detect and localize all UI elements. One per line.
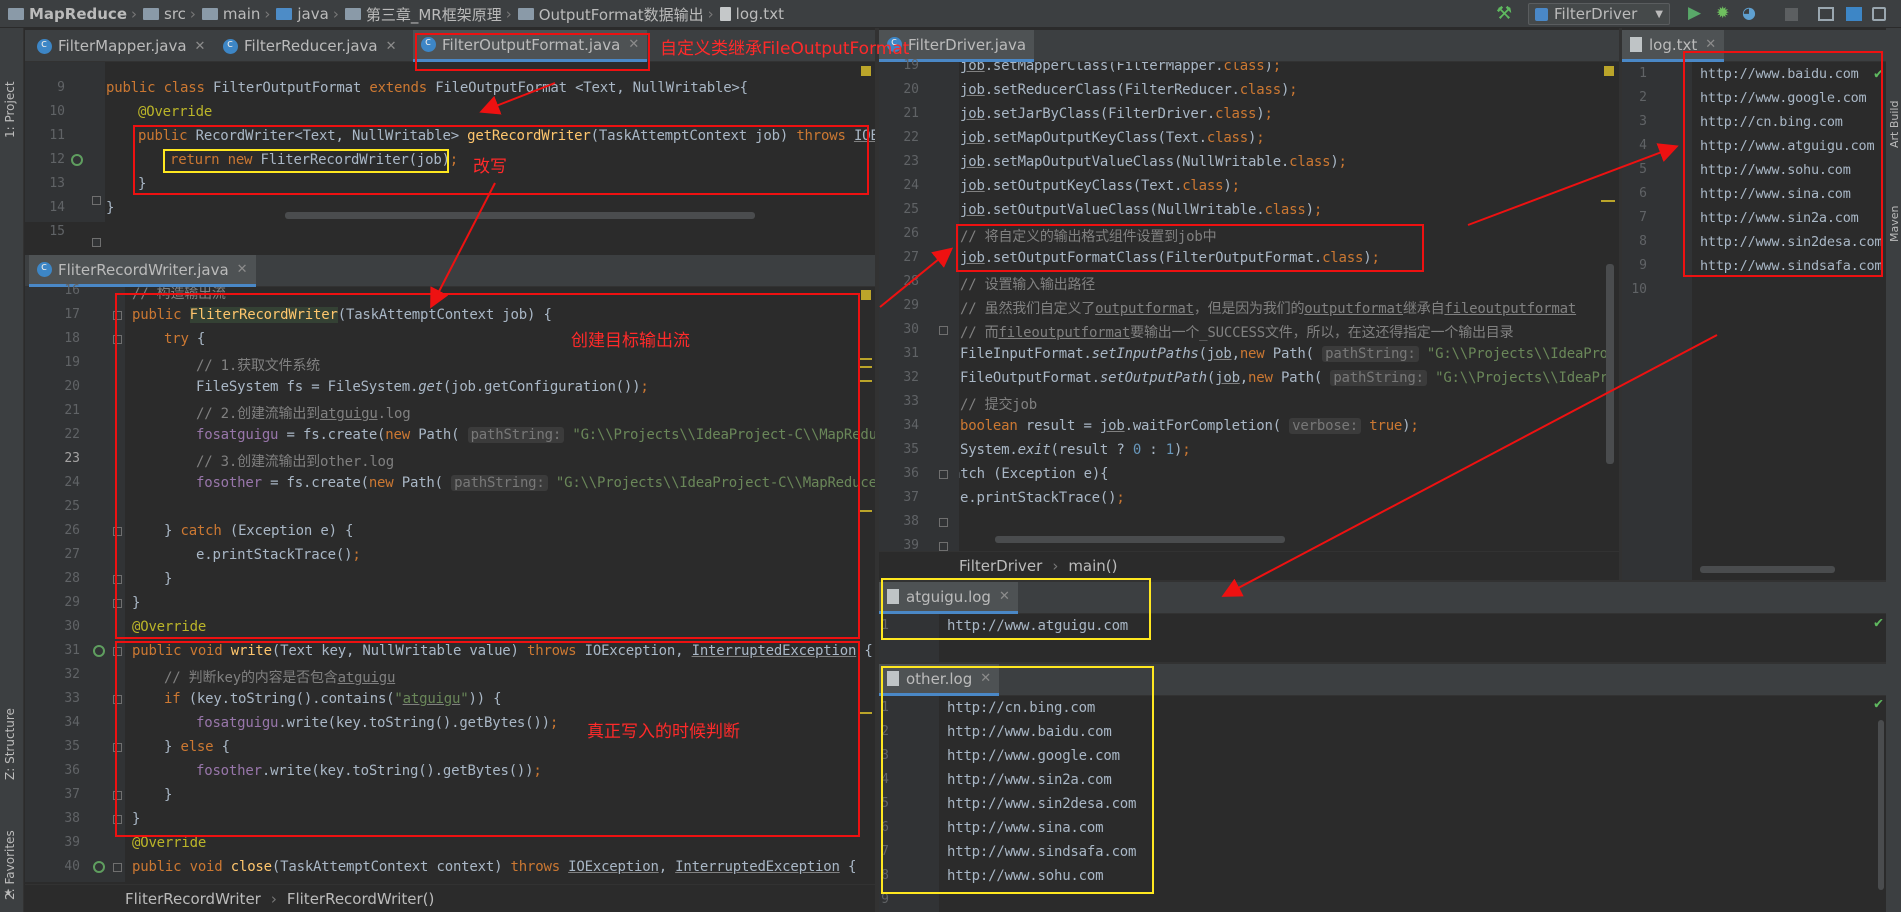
arrow bbox=[1221, 334, 1718, 597]
arrow bbox=[479, 82, 556, 115]
annotation-arrows bbox=[430, 82, 1718, 597]
arrow bbox=[1467, 143, 1679, 226]
arrow bbox=[879, 247, 954, 308]
arrow bbox=[430, 182, 496, 309]
